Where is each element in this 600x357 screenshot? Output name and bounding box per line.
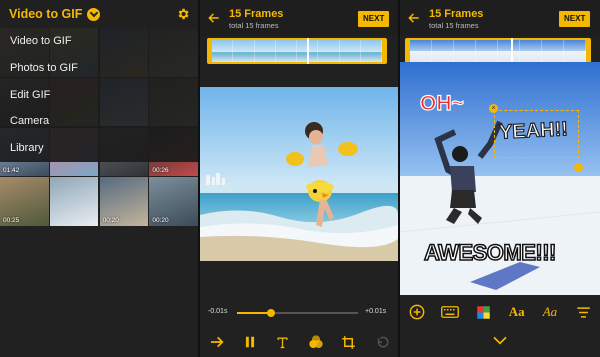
gallery-header: Video to GIF	[0, 0, 198, 28]
frame-thumbnail[interactable]	[520, 40, 542, 62]
video-duration: 00:26	[152, 167, 169, 175]
frame-marker[interactable]	[511, 38, 513, 64]
align-icon[interactable]	[573, 302, 593, 322]
mode-menu: Video to GIF Photos to GIF Edit GIF Came…	[0, 28, 198, 162]
frames-title: 15 Frames	[429, 8, 484, 20]
menu-item-edit-gif[interactable]: Edit GIF	[0, 82, 198, 109]
next-button[interactable]: NEXT	[358, 11, 390, 27]
menu-item-video-to-gif[interactable]: Video to GIF	[0, 28, 198, 55]
text-topbar: 15 Frames total 15 frames NEXT	[400, 0, 600, 36]
editor-topbar: 15 Frames total 15 frames NEXT	[200, 0, 398, 36]
media-thumbnail[interactable]: 00:20	[149, 177, 198, 226]
speed-max-label: +0.01s	[365, 308, 387, 315]
frame-strip[interactable]	[405, 38, 591, 64]
sticker-awesome[interactable]: AWESOME!!!	[423, 239, 557, 266]
preview-image	[200, 87, 398, 261]
font-style-icon[interactable]: Aa	[540, 302, 560, 322]
chevron-down-icon[interactable]	[492, 334, 508, 346]
speed-track[interactable]	[237, 309, 358, 317]
delete-sticker-icon[interactable]: ×	[489, 104, 498, 113]
back-arrow-icon[interactable]	[407, 11, 421, 25]
frames-subtitle: total 15 frames	[429, 21, 479, 30]
video-duration: 01:42	[3, 167, 20, 175]
frame-thumbnail[interactable]	[432, 40, 454, 62]
speed-min-label: -0.01s	[208, 308, 228, 315]
speed-slider[interactable]: -0.01s +0.01s	[200, 305, 398, 321]
video-duration: 00:20	[102, 216, 119, 224]
frame-thumbnail[interactable]	[339, 40, 361, 62]
undo-icon[interactable]	[372, 332, 392, 352]
frame-thumbnail[interactable]	[454, 40, 476, 62]
menu-item-photos-to-gif[interactable]: Photos to GIF	[0, 55, 198, 82]
frame-thumbnail[interactable]	[542, 40, 564, 62]
add-icon[interactable]	[407, 302, 427, 322]
speed-knob[interactable]	[266, 309, 275, 317]
frame-thumbnail[interactable]	[498, 40, 520, 62]
chevron-down-icon[interactable]	[87, 7, 101, 21]
keyboard-icon[interactable]	[440, 302, 460, 322]
media-thumbnail[interactable]: 00:20	[99, 177, 149, 226]
frame-thumbnail[interactable]	[318, 40, 340, 62]
text-editor-screen: 15 Frames total 15 frames NEXT OH~ × YEA…	[400, 0, 600, 357]
sticker-yeah[interactable]: YEAH!!	[498, 118, 569, 145]
menu-item-library[interactable]: Library	[0, 135, 198, 162]
mode-dropdown-title[interactable]: Video to GIF	[9, 7, 82, 21]
arrow-right-icon[interactable]	[207, 332, 227, 352]
text-icon[interactable]	[273, 332, 293, 352]
crop-icon[interactable]	[339, 332, 359, 352]
frame-thumbnail[interactable]	[410, 40, 432, 62]
text-tools-bar: Aa Aa	[400, 300, 600, 324]
resize-handle-icon[interactable]	[574, 163, 583, 172]
gallery-screen: 01:3100:1800:2201:4200:2600:2500:2000:20…	[0, 0, 198, 357]
sticker-icon[interactable]	[306, 332, 326, 352]
editor-toolbar	[200, 329, 398, 355]
frame-thumbnail[interactable]	[212, 40, 234, 62]
video-duration: 00:20	[152, 216, 169, 224]
frames-subtitle: total 15 frames	[229, 21, 279, 30]
back-arrow-icon[interactable]	[207, 11, 221, 25]
frame-thumbnail[interactable]	[233, 40, 255, 62]
media-thumbnail[interactable]: 00:25	[0, 177, 49, 226]
media-thumbnail[interactable]	[49, 177, 99, 226]
speed-fill	[237, 312, 271, 314]
frame-editor-screen: 15 Frames total 15 frames NEXT -0.01s +0…	[200, 0, 398, 357]
frame-thumbnail[interactable]	[275, 40, 297, 62]
frame-thumbnail[interactable]	[564, 40, 586, 62]
menu-item-camera[interactable]: Camera	[0, 108, 198, 135]
frame-strip[interactable]	[207, 38, 387, 64]
frame-thumbnail[interactable]	[254, 40, 276, 62]
font-icon[interactable]: Aa	[507, 302, 527, 322]
frame-marker[interactable]	[307, 38, 309, 64]
frames-title: 15 Frames	[229, 8, 284, 20]
pause-icon[interactable]	[240, 332, 260, 352]
frame-thumbnail[interactable]	[476, 40, 498, 62]
frame-thumbnail[interactable]	[360, 40, 382, 62]
color-palette-icon[interactable]	[473, 302, 493, 322]
next-button[interactable]: NEXT	[559, 11, 591, 27]
gear-icon[interactable]	[176, 7, 190, 21]
video-duration: 00:25	[3, 216, 20, 224]
sticker-oh[interactable]: OH~	[419, 91, 464, 116]
